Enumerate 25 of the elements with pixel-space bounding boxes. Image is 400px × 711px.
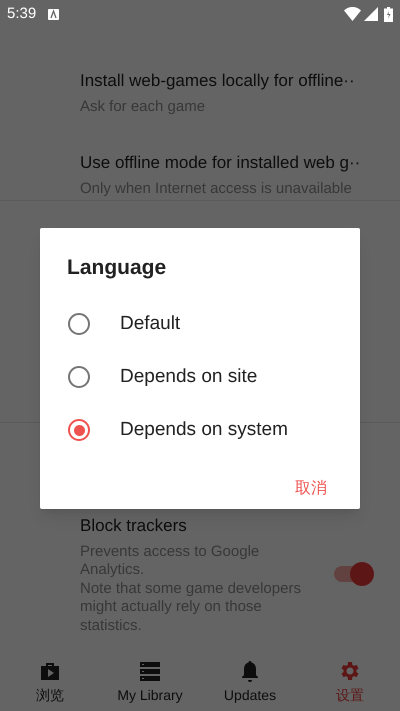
- option-label: Depends on system: [120, 418, 288, 442]
- radio-button[interactable]: [68, 366, 90, 388]
- radio-option[interactable]: Depends on site: [67, 350, 333, 404]
- setting-title: Block trackers: [80, 515, 188, 537]
- radio-option[interactable]: Default: [67, 298, 333, 350]
- battery-icon: [384, 6, 393, 22]
- radio-button[interactable]: [68, 313, 90, 335]
- radio-option[interactable]: Depends on system: [67, 404, 333, 456]
- option-label: Default: [120, 312, 180, 336]
- notification-icon: [48, 8, 60, 20]
- status-time: 5:39: [7, 4, 36, 24]
- list-icon: [138, 659, 162, 683]
- nav-tab[interactable]: 设置: [300, 659, 400, 703]
- nav-tab[interactable]: Updates: [200, 659, 300, 703]
- signal-icon: [364, 7, 378, 21]
- setting-title: Install web-games locally for offline··: [80, 70, 356, 92]
- nav-tab[interactable]: My Library: [100, 659, 200, 703]
- dialog-title: Language: [67, 255, 168, 281]
- cancel-button[interactable]: 取消: [289, 472, 333, 504]
- nav-tab[interactable]: 浏览: [0, 659, 100, 703]
- setting-title: Use offline mode for installed web g··: [80, 152, 362, 174]
- option-label: Depends on site: [120, 364, 258, 389]
- bell-icon: [239, 659, 261, 683]
- wifi-icon: [344, 7, 361, 21]
- radio-button[interactable]: [68, 419, 90, 441]
